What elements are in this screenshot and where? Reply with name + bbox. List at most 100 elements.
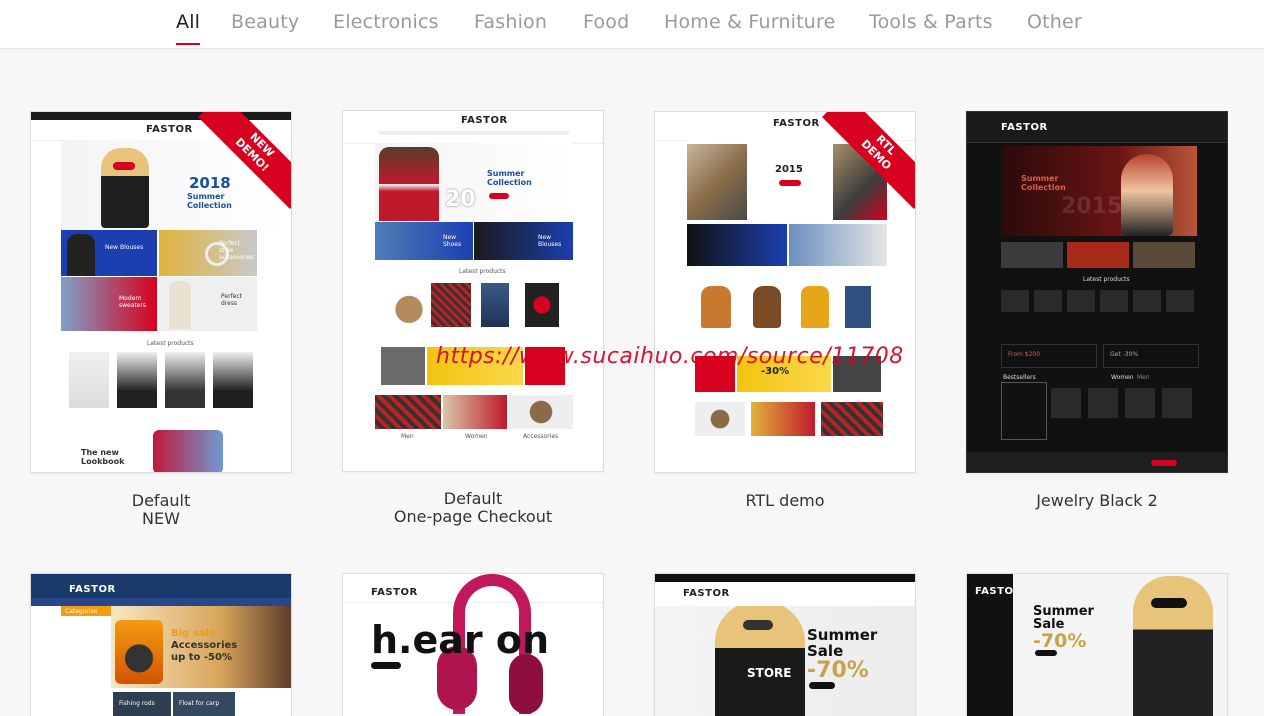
- promo-left: From $200: [1001, 344, 1097, 368]
- tile-float-for-carp: Float for carp: [173, 692, 235, 716]
- tile-blouses: New Blouses: [474, 222, 573, 260]
- preview-logo: FASTOR: [683, 588, 730, 599]
- dark-sidebar: FASTOR: [967, 574, 1021, 716]
- category-label-accessories: Accessories: [523, 433, 559, 440]
- sale-text: -70%: [1033, 630, 1087, 652]
- preview-hero: Summer Sale -70%: [1013, 574, 1227, 716]
- demo-card-fishing[interactable]: FASTOR Categories Big sale Accessories u…: [30, 573, 292, 716]
- preview-hero: 20 Summer Collection: [375, 143, 573, 221]
- hero-number: 20: [445, 187, 476, 212]
- demo-card-jewelry-black-2[interactable]: FASTOR Summer Collection 2015 Latest pro…: [966, 111, 1228, 473]
- preview-logo: FASTOR: [461, 115, 508, 126]
- sidebar: Categories: [61, 606, 111, 716]
- product-thumb: [481, 283, 509, 327]
- category-thumb: [751, 402, 815, 436]
- demo-card-default-new[interactable]: FASTOR 2018 Summer Collection NEW DEMO! …: [30, 111, 292, 473]
- preview-logo: FASTOR: [773, 118, 820, 129]
- category-thumb: [821, 402, 883, 436]
- banner-thumb: [1133, 242, 1195, 268]
- product-thumb: [389, 283, 429, 327]
- product-thumb: [69, 352, 109, 408]
- tile-dress: Perfect dress: [159, 277, 257, 331]
- preview-logo: FASTOR: [69, 584, 116, 595]
- bestseller-list: [1001, 382, 1047, 440]
- lookbook-image: [153, 430, 223, 472]
- product-thumb: [213, 352, 253, 408]
- demo-card-default-one-page-checkout[interactable]: FASTOR 20 Summer Collection New Shoes Ne…: [342, 110, 604, 472]
- caption-rtl-demo[interactable]: RTL demo: [654, 492, 916, 510]
- tab-fashion[interactable]: Fashion: [474, 11, 547, 33]
- category-thumb-men: [375, 395, 441, 429]
- banner-thumb: [789, 224, 887, 266]
- tile-accessories: Perfect style accessories: [159, 230, 257, 276]
- category-thumb-women: [443, 395, 507, 429]
- tab-electronics[interactable]: Electronics: [333, 11, 439, 33]
- preview-header: FASTOR: [343, 111, 603, 144]
- banner-thumb: [1001, 242, 1063, 268]
- sale-text: -70%: [807, 658, 869, 683]
- product-thumb: [845, 286, 871, 328]
- preview-hero: STORE Summer Sale -70%: [655, 606, 915, 716]
- headphone-cup: [509, 654, 543, 714]
- hero-title-line-2: Collection: [487, 178, 532, 187]
- product-thumb: [753, 286, 781, 328]
- banner-thumb: [687, 224, 787, 266]
- preview-logo: FASTOR: [1001, 122, 1048, 133]
- category-thumb: [695, 402, 745, 436]
- products-row: [1001, 290, 1197, 312]
- hero-title-line-1: Summer: [187, 192, 225, 201]
- section-title: Latest products: [459, 268, 506, 275]
- demo-card-summer-sale-sidebar[interactable]: FASTOR Summer Sale -70%: [966, 573, 1228, 716]
- hero-button: [779, 180, 801, 186]
- preview-hero: Big sale Accessories up to -50%: [111, 606, 291, 688]
- section-title: Latest products: [147, 340, 194, 347]
- banner-thumb: [381, 347, 425, 385]
- hero-button: [489, 193, 509, 199]
- banner-thumb: [1067, 242, 1129, 268]
- caption-default-one-page-checkout[interactable]: Default One-page Checkout: [342, 490, 604, 526]
- tab-all[interactable]: All: [176, 11, 201, 45]
- category-label-men: Men: [401, 433, 414, 440]
- promo-right: Get -30%: [1103, 344, 1199, 368]
- tab-beauty[interactable]: Beauty: [231, 11, 299, 33]
- shirt-text: STORE: [747, 666, 792, 680]
- hero-title: h.ear on: [371, 618, 550, 662]
- category-thumb-accessories: [509, 395, 573, 429]
- product-thumb: [525, 283, 559, 327]
- preview-footer: [967, 452, 1227, 472]
- tab-tools-parts[interactable]: Tools & Parts: [869, 11, 993, 33]
- tile-fishing-rods: Fishing rods: [113, 692, 171, 716]
- tab-food[interactable]: Food: [583, 11, 629, 33]
- preview-logo: FASTOR: [371, 587, 418, 598]
- demo-card-summer-sale[interactable]: FASTOR STORE Summer Sale -70%: [654, 573, 916, 716]
- tab-home-furniture[interactable]: Home & Furniture: [664, 11, 836, 33]
- tile-sweaters: Modern sweaters: [61, 277, 157, 331]
- section-title: Latest products: [1083, 276, 1130, 283]
- tile-blouses: New Blouses: [61, 230, 157, 276]
- caption-default-new[interactable]: Default NEW: [30, 492, 292, 528]
- product-thumb: [431, 283, 471, 327]
- category-tabs: All Beauty Electronics Fashion Food Home…: [0, 0, 1264, 49]
- preview-header: FASTOR: [31, 574, 291, 598]
- preview-hero: Summer Collection 2015: [1001, 146, 1197, 236]
- preview-logo: FASTOR: [146, 124, 193, 135]
- products-row: [1051, 388, 1197, 418]
- caption-jewelry-black-2[interactable]: Jewelry Black 2: [966, 492, 1228, 510]
- hero-year: 2015: [775, 164, 803, 175]
- product-thumb: [165, 352, 205, 408]
- preview-header: FASTOR: [655, 582, 915, 607]
- product-thumb: [701, 286, 731, 328]
- demo-card-rtl[interactable]: FASTOR 2015 RTL DEMO -30%: [654, 111, 916, 473]
- lookbook-line-2: Lookbook: [81, 457, 125, 466]
- product-thumb: [801, 286, 829, 328]
- lookbook-line-1: The new: [81, 448, 119, 457]
- demo-card-headphones[interactable]: FASTOR h.ear on: [342, 573, 604, 716]
- hero-year: 2018: [189, 174, 231, 192]
- tile-shoes: New Shoes: [375, 222, 473, 260]
- hero-title-line-2: Collection: [187, 201, 232, 210]
- preview-header: FASTOR: [967, 112, 1227, 143]
- product-thumb: [117, 352, 157, 408]
- tab-other[interactable]: Other: [1027, 11, 1082, 33]
- watermark-text: https://www.sucaihuo.com/source/11708: [436, 344, 904, 369]
- category-label-women: Women: [465, 433, 488, 440]
